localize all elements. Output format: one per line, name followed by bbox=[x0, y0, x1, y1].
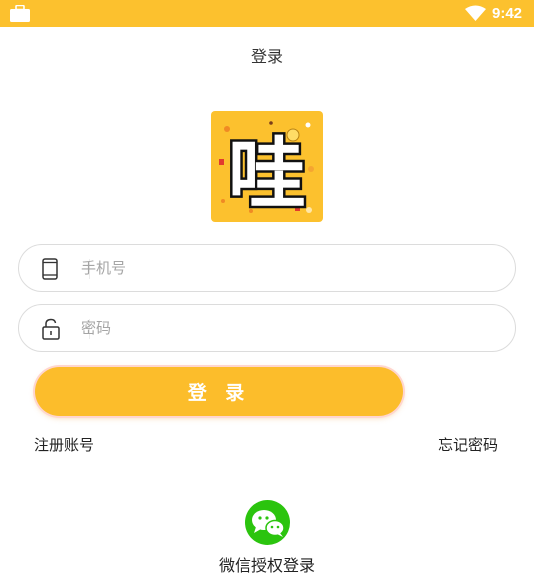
phone-input[interactable] bbox=[81, 253, 481, 283]
status-time: 9:42 bbox=[492, 5, 523, 22]
phone-icon bbox=[41, 258, 59, 284]
wechat-login-label: 微信授权登录 bbox=[218, 556, 315, 575]
lock-icon bbox=[41, 318, 61, 344]
logo-char: 哇 bbox=[228, 130, 306, 220]
wechat-login-button[interactable] bbox=[245, 500, 290, 545]
wifi-icon bbox=[465, 5, 486, 25]
password-input[interactable] bbox=[81, 313, 481, 343]
phone-field[interactable] bbox=[18, 244, 516, 292]
password-field[interactable] bbox=[18, 304, 516, 352]
forgot-password-link[interactable]: 忘记密码 bbox=[438, 434, 498, 455]
briefcase-icon bbox=[10, 4, 30, 26]
login-button[interactable]: 登 录 bbox=[35, 367, 403, 416]
register-link[interactable]: 注册账号 bbox=[34, 434, 94, 455]
status-bar: 9:42 bbox=[0, 0, 534, 27]
page-title: 登录 bbox=[250, 47, 283, 66]
wechat-icon bbox=[252, 510, 285, 537]
app-logo: 哇 bbox=[211, 111, 323, 222]
